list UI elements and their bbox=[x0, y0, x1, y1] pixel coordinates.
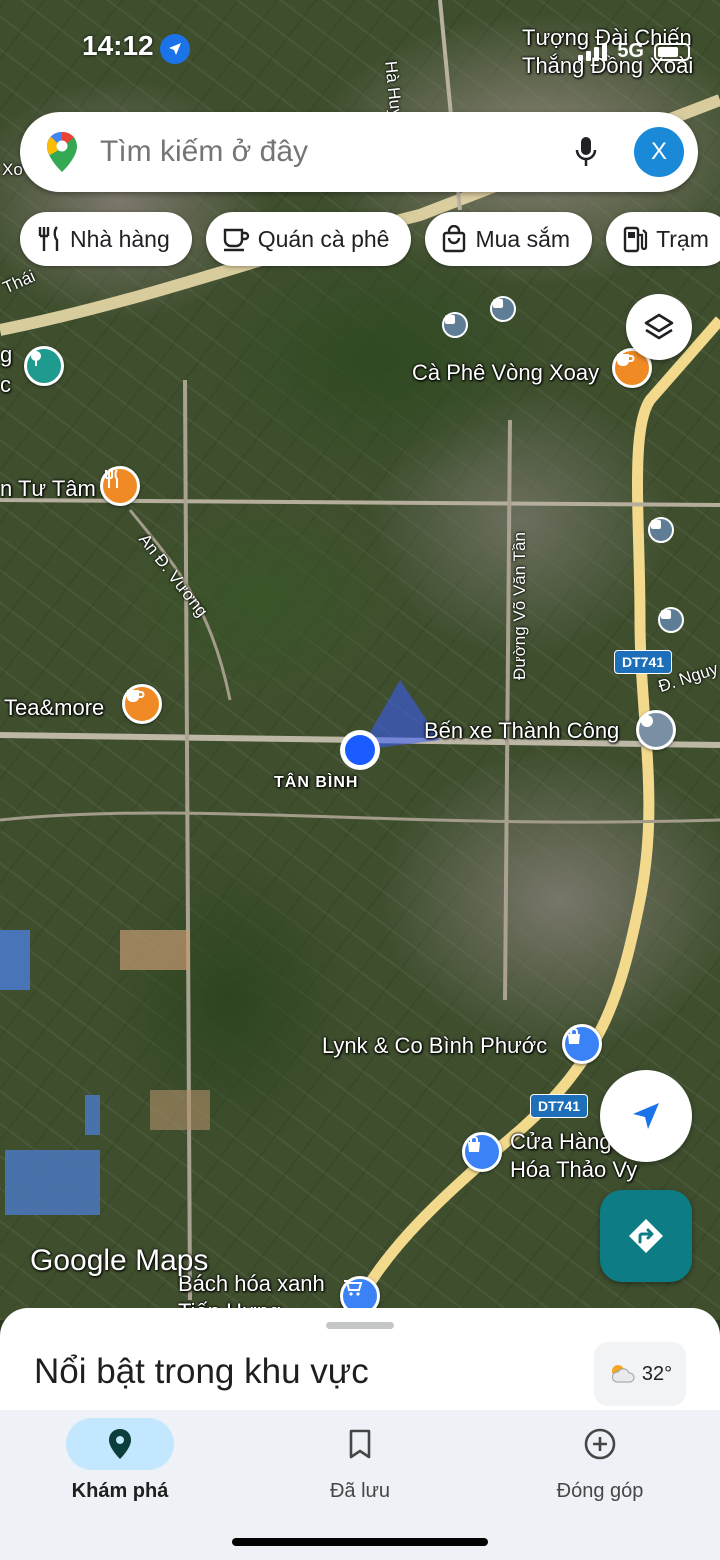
location-pin-icon bbox=[109, 1429, 131, 1459]
area-label-tan-binh: TÂN BÌNH bbox=[274, 774, 359, 791]
route-badge-dt741: DT741 bbox=[530, 1094, 589, 1118]
directions-button[interactable] bbox=[600, 1190, 692, 1282]
microphone-icon[interactable] bbox=[562, 128, 610, 176]
coffee-icon[interactable] bbox=[122, 684, 162, 724]
sheet-drag-handle[interactable] bbox=[326, 1322, 394, 1329]
left-edge-label-1: g bbox=[0, 342, 13, 367]
network-type: 5G bbox=[617, 40, 644, 62]
chip-gas-station-label: Trạm bbox=[656, 225, 709, 252]
bus-stop-icon[interactable] bbox=[490, 296, 516, 322]
directions-icon bbox=[629, 1219, 663, 1253]
chip-gas-station[interactable]: Trạm bbox=[606, 212, 720, 266]
weather-chip[interactable]: 32° bbox=[594, 1342, 686, 1406]
status-indicators: 5G bbox=[578, 40, 690, 63]
bus-stop-icon[interactable] bbox=[648, 517, 674, 543]
battery-icon bbox=[654, 42, 690, 61]
tab-contribute-label: Đóng góp bbox=[556, 1480, 644, 1502]
chip-shopping[interactable]: Mua sắm bbox=[425, 212, 593, 266]
tab-saved-label: Đã lưu bbox=[329, 1480, 391, 1502]
layers-button[interactable] bbox=[626, 294, 692, 360]
chip-shopping-label: Mua sắm bbox=[475, 225, 571, 252]
coffee-icon bbox=[223, 228, 249, 252]
weather-temperature: 32° bbox=[641, 1362, 673, 1385]
gas-station-icon bbox=[623, 226, 648, 253]
shopping-bag-icon bbox=[443, 225, 466, 253]
chip-restaurants-label: Nhà hàng bbox=[70, 225, 170, 252]
home-indicator[interactable] bbox=[232, 1538, 488, 1546]
poi-lynk-co-label[interactable]: Lynk & Co Bình Phước bbox=[322, 1033, 547, 1059]
tab-contribute[interactable]: Đóng góp bbox=[480, 1410, 720, 1560]
google-maps-watermark: Google Maps bbox=[30, 1244, 209, 1277]
partly-cloudy-icon bbox=[611, 1365, 635, 1383]
tab-explore-label: Khám phá bbox=[71, 1480, 169, 1502]
poi-ca-phe-vong-xoay-label[interactable]: Cà Phê Vòng Xoay bbox=[412, 360, 599, 386]
sheet-title: Nổi bật trong khu vực bbox=[34, 1352, 369, 1391]
explore-bottom-sheet[interactable]: Nổi bật trong khu vực 32° bbox=[0, 1308, 720, 1418]
google-maps-logo-icon bbox=[47, 132, 77, 172]
signal-icon bbox=[578, 42, 608, 61]
poi-thao-vy-line2: Hóa Thảo Vy bbox=[510, 1157, 638, 1182]
left-edge-label-2: c bbox=[0, 372, 11, 397]
search-input[interactable] bbox=[100, 135, 562, 169]
add-circle-icon bbox=[584, 1428, 616, 1460]
chip-coffee-label: Quán cà phê bbox=[257, 225, 390, 252]
road-label-vo-van-tan: Đường Võ Văn Tần bbox=[510, 532, 529, 680]
bus-stop-icon[interactable] bbox=[442, 312, 468, 338]
route-badge-dt741: DT741 bbox=[614, 650, 673, 674]
account-avatar[interactable]: X bbox=[634, 127, 684, 177]
layers-icon bbox=[644, 313, 674, 340]
category-chips: Nhà hàng Quán cà phê Mua sắm Trạm bbox=[20, 212, 720, 266]
search-bar[interactable]: X bbox=[20, 112, 698, 192]
park-icon[interactable] bbox=[24, 346, 64, 386]
poi-tea-more-label[interactable]: Tea&more bbox=[4, 695, 104, 721]
status-time: 14:12 bbox=[82, 30, 154, 61]
bus-stop-icon[interactable] bbox=[658, 607, 684, 633]
tab-explore[interactable]: Khám phá bbox=[0, 1410, 240, 1560]
poi-tu-tam-label[interactable]: n Tư Tâm bbox=[0, 476, 96, 502]
my-location-button[interactable] bbox=[600, 1070, 692, 1162]
chip-restaurants[interactable]: Nhà hàng bbox=[20, 212, 192, 266]
bus-terminal-icon[interactable] bbox=[636, 710, 676, 750]
shopping-icon[interactable] bbox=[562, 1024, 602, 1064]
restaurant-icon bbox=[38, 226, 59, 251]
road-label-xo: Xo bbox=[2, 160, 23, 179]
navigation-arrow-icon bbox=[633, 1103, 659, 1129]
poi-ben-xe-label[interactable]: Bến xe Thành Công bbox=[424, 718, 619, 744]
bookmark-icon bbox=[349, 1429, 371, 1459]
chip-coffee[interactable]: Quán cà phê bbox=[205, 212, 412, 266]
location-arrow-icon bbox=[160, 34, 190, 64]
shopping-icon[interactable] bbox=[462, 1132, 502, 1172]
restaurant-icon[interactable] bbox=[100, 466, 140, 506]
